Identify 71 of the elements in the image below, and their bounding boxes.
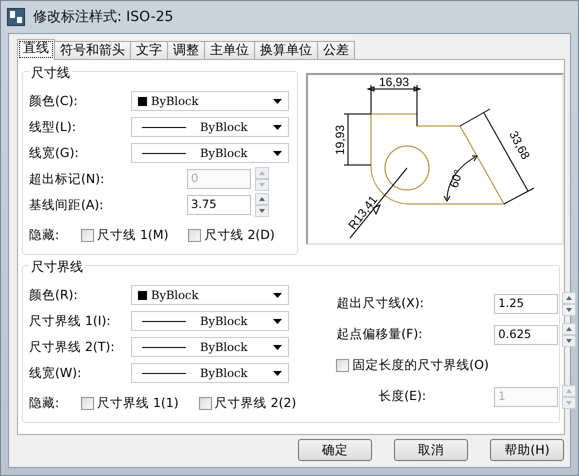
checkbox-label: 尺寸界线 2(2)	[214, 394, 296, 412]
field-label: 尺寸界线 2(T):	[29, 338, 116, 356]
field-label: 长度(E):	[377, 388, 428, 405]
linetype-dropdown[interactable]: ByBlock	[131, 363, 289, 383]
group-title: 尺寸界线	[29, 258, 85, 276]
tab[interactable]: 调整	[167, 41, 205, 60]
tab[interactable]: 公差	[317, 41, 355, 60]
hole-circle	[384, 146, 430, 190]
dropdown-arrow-icon	[273, 370, 282, 376]
dimension-text: 16,93	[378, 75, 410, 89]
checkbox[interactable]	[81, 228, 94, 242]
field-label: 超出尺寸线(X):	[336, 295, 425, 312]
line-sample-icon	[142, 320, 186, 322]
line-sample-icon	[142, 152, 186, 154]
app-icon	[7, 8, 25, 26]
color-dropdown[interactable]: ByBlock	[131, 91, 289, 111]
field-label: 颜色(C):	[29, 92, 79, 110]
field-label: 隐藏:	[29, 226, 60, 244]
checkbox[interactable]	[188, 228, 202, 242]
linetype-dropdown[interactable]: ByBlock	[131, 143, 289, 163]
tab[interactable]: 主单位	[204, 41, 255, 60]
linetype-dropdown[interactable]: ByBlock	[131, 311, 289, 331]
field-label: 颜色(R):	[29, 286, 79, 304]
field-label: 基线间距(A):	[29, 196, 105, 214]
dropdown-arrow-icon	[273, 318, 282, 324]
dialog-button[interactable]: 确定	[298, 439, 372, 461]
angle-arc	[444, 156, 478, 202]
tab[interactable]: 直线	[17, 39, 55, 60]
checkbox-label: 尺寸线 2(D)	[204, 226, 275, 244]
number-field[interactable]: 1.25	[494, 294, 558, 314]
spinner-buttons[interactable]	[562, 292, 576, 316]
dropdown-arrow-icon	[273, 98, 282, 104]
line-sample-icon	[142, 126, 186, 128]
checkbox-label: 尺寸界线 1(1)	[97, 394, 179, 412]
dimension-text: 19,93	[333, 124, 347, 156]
field-label: 尺寸界线 1(I):	[29, 312, 112, 330]
color-swatch-icon	[138, 96, 147, 106]
tab[interactable]: 换算单位	[254, 41, 318, 60]
group-title: 尺寸线	[29, 64, 72, 82]
field-label: 超出标记(N):	[29, 170, 106, 188]
checkbox[interactable]	[336, 359, 350, 372]
checkbox[interactable]	[81, 396, 94, 410]
number-field[interactable]: 0.625	[494, 324, 558, 344]
dropdown-arrow-icon	[273, 150, 282, 156]
checkbox-label: 固定长度的尺寸界线(O)	[352, 357, 489, 374]
dialog-button[interactable]: 取消	[394, 439, 468, 461]
spinner-buttons[interactable]	[255, 193, 269, 217]
checkbox[interactable]	[198, 396, 212, 410]
color-swatch-icon	[138, 290, 147, 300]
tab[interactable]: 符号和箭头	[54, 41, 131, 60]
field-label: 起点偏移量(F):	[336, 326, 424, 343]
leader-line	[350, 168, 408, 238]
linetype-dropdown[interactable]: ByBlock	[131, 337, 289, 357]
field-label: 线型(L):	[29, 118, 77, 136]
line-sample-icon	[142, 346, 186, 348]
field-label: 隐藏:	[29, 394, 60, 412]
color-dropdown[interactable]: ByBlock	[131, 285, 289, 305]
tab[interactable]: 文字	[130, 41, 168, 60]
spinner-buttons[interactable]	[562, 322, 576, 346]
field-label: 线宽(W):	[29, 364, 82, 382]
field-label: 线宽(G):	[29, 144, 80, 162]
dropdown-arrow-icon	[273, 292, 282, 298]
window-title: 修改标注样式: ISO-25	[33, 8, 174, 26]
dialog-button[interactable]: 帮助(H)	[490, 439, 564, 461]
number-field[interactable]: 3.75	[187, 195, 251, 215]
linetype-dropdown[interactable]: ByBlock	[131, 117, 289, 137]
dropdown-arrow-icon	[273, 344, 282, 350]
checkbox-label: 尺寸线 1(M)	[97, 226, 168, 244]
dimension-text: 33,68	[506, 128, 533, 162]
dropdown-arrow-icon	[273, 124, 282, 130]
line-sample-icon	[142, 372, 186, 374]
